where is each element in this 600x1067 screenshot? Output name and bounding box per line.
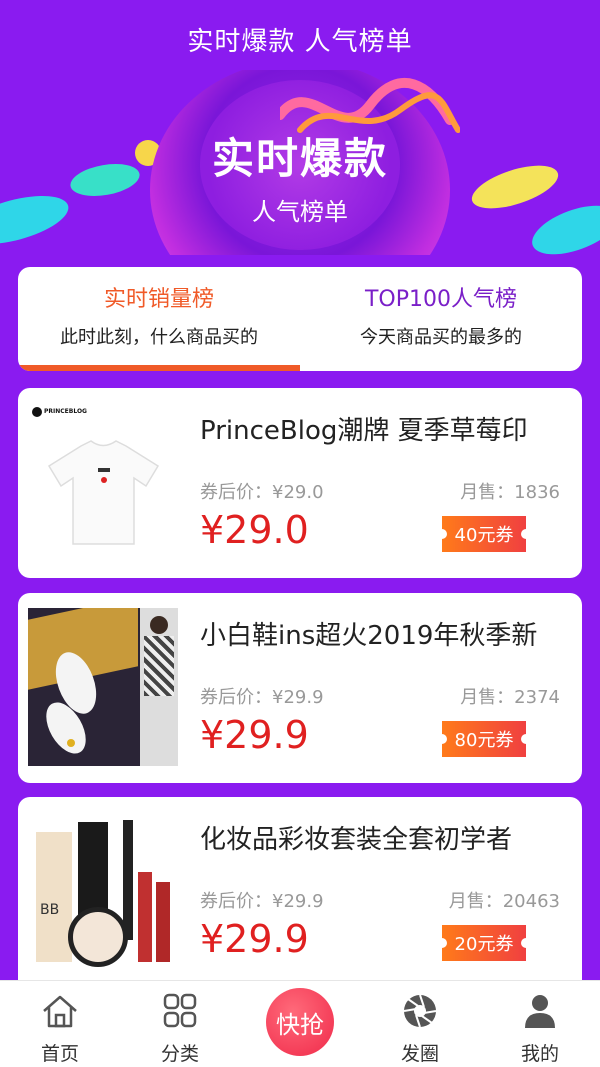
- nav-label: 首页: [40, 1043, 79, 1065]
- tab-title: TOP100人气榜: [364, 287, 517, 312]
- foundation-bottle: BB: [36, 832, 72, 962]
- monthly-sales: 月售：20463: [448, 891, 560, 912]
- grid-icon: [163, 993, 197, 1028]
- nav-label: 分类: [160, 1043, 199, 1065]
- product-card[interactable]: BB 化妆品彩妆套装全套初学者 券后价：¥29.9 月售：20463 ¥29.9…: [18, 797, 582, 997]
- brand-tag: PRINCEBLOG: [44, 408, 87, 415]
- model-photo: [140, 608, 178, 766]
- nav-label: 我的: [520, 1043, 559, 1065]
- powder-compact: [68, 907, 128, 967]
- model-head: [150, 616, 168, 634]
- nav-item-home[interactable]: 首页: [0, 981, 120, 1067]
- product-card[interactable]: PRINCEBLOG PrinceBlog潮牌 夏季草莓印 券后价：¥29.0 …: [18, 388, 582, 578]
- bb-tag: BB: [40, 902, 60, 918]
- tab-title: 实时销量榜: [103, 287, 214, 312]
- monthly-sales: 月售：1836: [460, 482, 560, 503]
- product-image: [28, 608, 178, 766]
- nav-label: 发圈: [400, 1043, 439, 1065]
- cosmetic-bottle: [78, 822, 108, 917]
- monthly-sales: 月售：2374: [460, 687, 560, 708]
- user-icon: [525, 995, 555, 1028]
- product-card[interactable]: 小白鞋ins超火2019年秋季新 券后价：¥29.9 月售：2374 ¥29.9…: [18, 593, 582, 783]
- brand-logo-icon: [32, 407, 42, 417]
- product-image: PRINCEBLOG: [28, 403, 178, 561]
- tab-top100-ranking[interactable]: TOP100人气榜 今天商品买的最多的: [300, 267, 582, 371]
- page-title: 实时爆款 人气榜单: [187, 26, 413, 57]
- tab-description: 今天商品买的最多的: [360, 327, 522, 348]
- coupon-price: 券后价：¥29.9: [200, 891, 324, 912]
- coupon-price: 券后价：¥29.0: [200, 482, 324, 503]
- lipstick: [156, 882, 170, 962]
- coupon-badge[interactable]: 20元券: [437, 925, 531, 961]
- product-price: ¥29.0: [200, 508, 309, 552]
- product-image: BB: [28, 812, 178, 982]
- product-title: 小白鞋ins超火2019年秋季新: [200, 621, 538, 651]
- sneaker-icon: [46, 652, 97, 754]
- tshirt-icon: [47, 440, 160, 545]
- coupon-badge[interactable]: 80元券: [437, 721, 531, 757]
- product-price: ¥29.9: [200, 917, 309, 961]
- aperture-icon: [403, 994, 437, 1028]
- tab-sales-ranking[interactable]: 实时销量榜 此时此刻，什么商品买的: [18, 267, 300, 371]
- product-title: 化妆品彩妆套装全套初学者: [200, 825, 513, 855]
- nav-item-moments[interactable]: 发圈: [360, 981, 480, 1067]
- active-tab-indicator: [18, 365, 300, 371]
- quick-grab-button[interactable]: 快抢: [266, 988, 334, 1056]
- nav-item-profile[interactable]: 我的: [480, 981, 600, 1067]
- eyeliner: [123, 820, 133, 940]
- home-icon: [43, 995, 77, 1028]
- lipstick: [138, 872, 152, 962]
- banner-title: 实时爆款: [211, 134, 388, 183]
- ranking-tabs: 实时销量榜 此时此刻，什么商品买的 TOP100人气榜 今天商品买的最多的: [18, 267, 582, 371]
- product-price: ¥29.9: [200, 713, 309, 757]
- coupon-badge[interactable]: 40元券: [437, 516, 531, 552]
- coupon-price: 券后价：¥29.9: [200, 687, 324, 708]
- model-body: [144, 636, 174, 696]
- banner-subtitle: 人气榜单: [252, 198, 348, 226]
- nav-item-category[interactable]: 分类: [120, 981, 240, 1067]
- product-title: PrinceBlog潮牌 夏季草莓印: [200, 416, 528, 446]
- tab-description: 此时此刻，什么商品买的: [60, 327, 258, 348]
